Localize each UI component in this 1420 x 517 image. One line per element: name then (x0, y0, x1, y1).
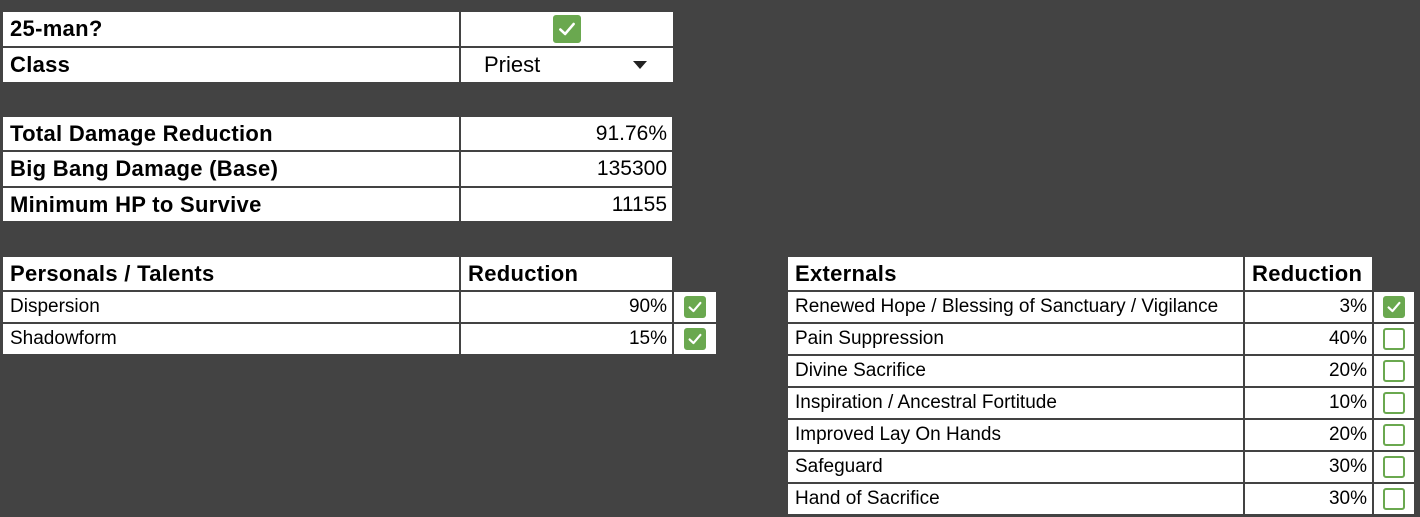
personals-header-name: Personals / Talents (3, 257, 459, 290)
personals-row-reduction: 90% (461, 292, 672, 322)
externals-header-name: Externals (788, 257, 1243, 290)
checkmark-icon (559, 22, 575, 36)
checkbox-icon[interactable] (1383, 392, 1405, 414)
externals-row-reduction: 3% (1245, 292, 1372, 322)
raid-size-checkbox-cell[interactable] (461, 12, 673, 46)
externals-row-checkbox-cell[interactable] (1374, 388, 1414, 418)
personals-row-checkbox-cell[interactable] (674, 324, 716, 354)
externals-row-checkbox-cell[interactable] (1374, 292, 1414, 322)
class-label: Class (3, 48, 459, 82)
externals-row-name: Improved Lay On Hands (788, 420, 1243, 450)
min-hp-label: Minimum HP to Survive (3, 188, 459, 221)
personals-row-checkbox-cell[interactable] (674, 292, 716, 322)
total-dr-value: 91.76% (461, 117, 672, 150)
externals-row-reduction: 30% (1245, 452, 1372, 482)
class-dropdown-value: Priest (484, 52, 541, 77)
externals-row-name: Safeguard (788, 452, 1243, 482)
checkmark-icon (1387, 301, 1401, 313)
externals-row-reduction: 40% (1245, 324, 1372, 354)
checkmark-icon (688, 301, 702, 313)
externals-row-checkbox-cell[interactable] (1374, 420, 1414, 450)
externals-row-reduction: 20% (1245, 356, 1372, 386)
externals-header-reduction: Reduction (1245, 257, 1372, 290)
raid-size-checkbox[interactable] (553, 15, 581, 43)
externals-row-reduction: 20% (1245, 420, 1372, 450)
personals-row-name: Dispersion (3, 292, 459, 322)
big-bang-value: 135300 (461, 152, 672, 186)
externals-row-checkbox-cell[interactable] (1374, 452, 1414, 482)
dropdown-arrow-icon (633, 61, 647, 69)
checkbox-icon[interactable] (1383, 296, 1405, 318)
checkbox-icon[interactable] (1383, 360, 1405, 382)
externals-row-reduction: 10% (1245, 388, 1372, 418)
min-hp-value: 11155 (461, 188, 672, 221)
checkbox-icon[interactable] (684, 328, 706, 350)
checkbox-icon[interactable] (684, 296, 706, 318)
externals-row-checkbox-cell[interactable] (1374, 324, 1414, 354)
externals-row-name: Hand of Sacrifice (788, 484, 1243, 514)
class-dropdown[interactable]: Priest (461, 48, 673, 82)
total-dr-label: Total Damage Reduction (3, 117, 459, 150)
externals-row-reduction: 30% (1245, 484, 1372, 514)
checkbox-icon[interactable] (1383, 456, 1405, 478)
checkbox-icon[interactable] (1383, 424, 1405, 446)
checkbox-icon[interactable] (1383, 328, 1405, 350)
personals-row-name: Shadowform (3, 324, 459, 354)
externals-row-name: Inspiration / Ancestral Fortitude (788, 388, 1243, 418)
externals-row-name: Pain Suppression (788, 324, 1243, 354)
externals-row-name: Divine Sacrifice (788, 356, 1243, 386)
externals-row-name: Renewed Hope / Blessing of Sanctuary / V… (788, 292, 1243, 322)
personals-header-reduction: Reduction (461, 257, 672, 290)
externals-row-checkbox-cell[interactable] (1374, 484, 1414, 514)
personals-row-reduction: 15% (461, 324, 672, 354)
raid-size-label: 25-man? (3, 12, 459, 46)
big-bang-label: Big Bang Damage (Base) (3, 152, 459, 186)
externals-row-checkbox-cell[interactable] (1374, 356, 1414, 386)
checkmark-icon (688, 333, 702, 345)
checkbox-icon[interactable] (1383, 488, 1405, 510)
